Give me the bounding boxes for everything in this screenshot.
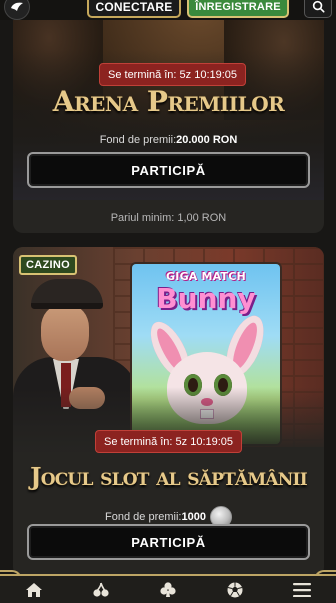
club-icon	[160, 581, 176, 597]
page: Se termină în: 5z 10:19:05 Arena Premiil…	[0, 0, 336, 603]
search-button[interactable]	[304, 0, 332, 18]
minimum-bet: Pariul minim: 1,00 RON	[110, 212, 227, 224]
category-tag: CAZINO	[19, 255, 77, 275]
game-logo-line2: Bunny	[156, 282, 256, 315]
home-icon	[25, 582, 42, 597]
fedora-hat	[31, 279, 103, 309]
tournament-card-arena: Se termină în: 5z 10:19:05 Arena Premiil…	[13, 0, 324, 233]
login-button[interactable]: CONECTARE	[87, 0, 181, 18]
tournament-card-slot-week: GIGA MATCH Bunny CAZINO Se termină în: 5…	[13, 247, 324, 577]
nav-sports[interactable]	[202, 576, 269, 603]
nav-slots[interactable]	[67, 576, 134, 603]
prize-fund-label: Fond de premii:	[105, 510, 182, 523]
countdown-timer: Se termină în: 5z 10:19:05	[99, 63, 247, 86]
countdown-timer: Se termină în: 5z 10:19:05	[95, 430, 243, 453]
soccer-ball-icon	[227, 582, 243, 597]
prize-fund-value: 1000	[181, 510, 206, 523]
prize-fund: Fond de premii:20.000 RON	[13, 134, 324, 146]
cherries-icon	[93, 582, 109, 597]
tournament-title: Jocul slot al săptămânii	[30, 462, 308, 491]
menu-icon	[293, 582, 312, 597]
prize-fund-label: Fond de premii:	[99, 134, 177, 146]
top-header: CONECTARE ÎNREGISTRARE	[0, 0, 336, 20]
participate-button[interactable]: PARTICIPĂ	[27, 524, 310, 560]
figure-face	[41, 305, 89, 361]
nav-casino[interactable]	[134, 576, 201, 603]
prize-fund-value: 20.000 RON	[176, 134, 238, 146]
tournament-title: Arena Premiilor	[52, 85, 285, 118]
bottom-navigation	[0, 574, 336, 603]
logo-icon[interactable]	[4, 0, 30, 20]
participate-button[interactable]: PARTICIPĂ	[27, 152, 310, 188]
wing-logo-icon	[11, 2, 23, 11]
nav-menu[interactable]	[269, 576, 336, 603]
register-button[interactable]: ÎNREGISTRARE	[187, 0, 289, 18]
nav-home[interactable]	[0, 576, 67, 603]
search-icon	[312, 0, 325, 13]
